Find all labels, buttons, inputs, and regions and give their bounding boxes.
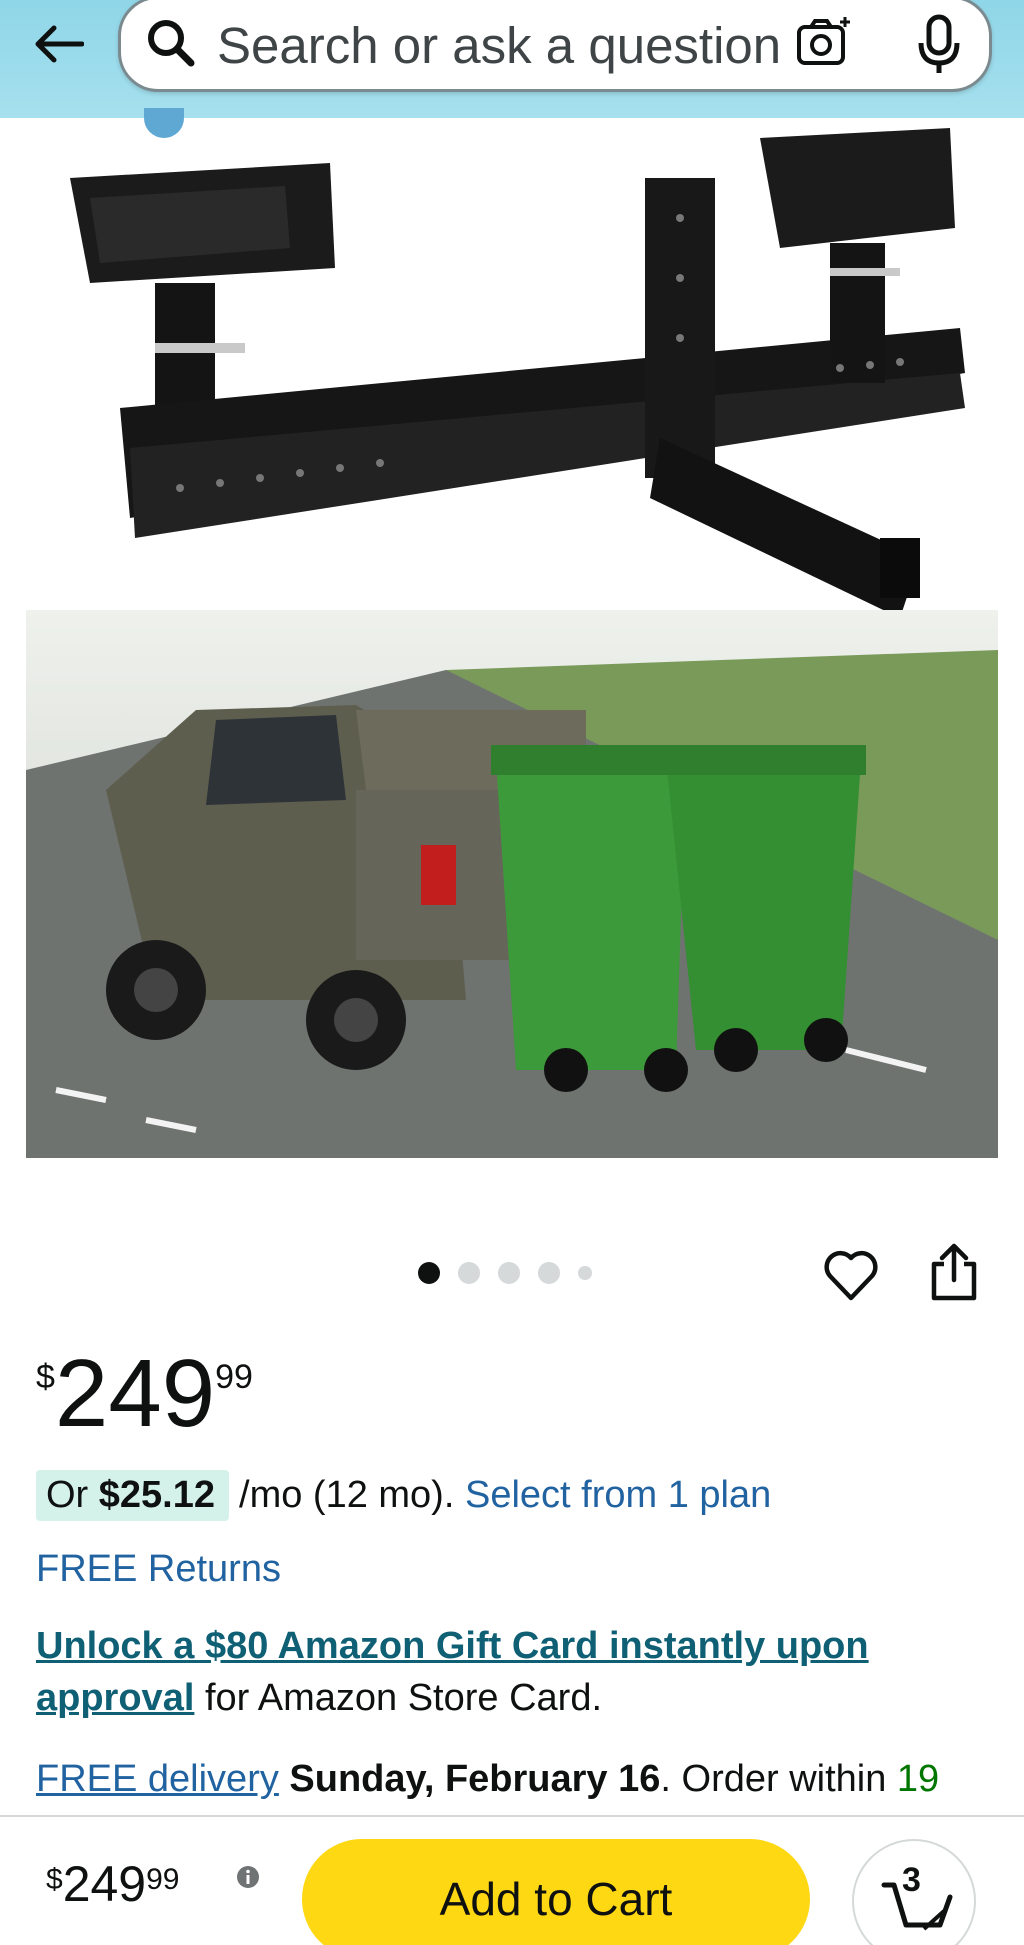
delivery-info: FREE delivery Sunday, February 16. Order… [36, 1758, 939, 1801]
delivery-date: Sunday, February 16 [289, 1758, 661, 1800]
back-arrow-icon [35, 25, 84, 63]
search-bar[interactable] [118, 0, 992, 92]
monthly-prefix: Or [46, 1474, 99, 1516]
truck-scene-image [26, 610, 998, 1158]
add-to-cart-button[interactable]: Add to Cart [302, 1839, 810, 1945]
bottom-action-bar: $ 249 99 Add to Cart 3 [0, 1815, 1024, 1945]
carousel-dot[interactable] [458, 1262, 480, 1284]
hitch-rack-image [70, 128, 965, 618]
free-returns-link[interactable]: FREE Returns [36, 1548, 281, 1591]
search-input[interactable] [217, 9, 857, 81]
monthly-term: /mo (12 mo). [239, 1474, 455, 1516]
carousel-dot[interactable] [578, 1266, 592, 1280]
monthly-payment: Or $25.12 /mo (12 mo). Select from 1 pla… [36, 1470, 771, 1521]
heart-icon[interactable] [822, 1246, 880, 1304]
price-whole: 249 [54, 1340, 216, 1447]
order-time: 19 [896, 1758, 940, 1800]
carousel-dot[interactable] [498, 1262, 520, 1284]
cart-count: 3 [902, 1861, 921, 1899]
price-fraction: 99 [215, 1358, 253, 1396]
cart-button[interactable]: 3 [852, 1839, 976, 1945]
product-price: $ 249 99 [36, 1346, 253, 1442]
gift-card-suffix: for Amazon Store Card. [194, 1677, 603, 1719]
share-icon[interactable] [926, 1240, 982, 1304]
select-plan-link[interactable]: Select from 1 plan [465, 1474, 771, 1517]
currency-symbol: $ [36, 1358, 55, 1396]
back-button[interactable] [28, 14, 88, 74]
monthly-amount: $25.12 [98, 1474, 216, 1516]
info-icon[interactable] [236, 1865, 260, 1889]
carousel-dot[interactable] [538, 1262, 560, 1284]
top-header [0, 0, 1024, 118]
order-within: . Order within [660, 1758, 897, 1800]
carousel-dots [418, 1262, 592, 1284]
search-icon [148, 20, 195, 67]
monthly-chip: Or $25.12 [36, 1470, 230, 1521]
product-image[interactable] [0, 118, 1024, 1188]
bottom-price-whole: 249 [62, 1856, 147, 1912]
gift-card-offer: Unlock a $80 Amazon Gift Card instantly … [36, 1620, 996, 1724]
bottom-currency-symbol: $ [46, 1863, 63, 1896]
bottom-price: $ 249 99 [46, 1859, 180, 1909]
camera-icon[interactable] [793, 13, 857, 73]
bottom-price-fraction: 99 [146, 1863, 180, 1896]
microphone-icon[interactable] [911, 13, 967, 77]
carousel-dot[interactable] [418, 1262, 440, 1284]
free-delivery-link[interactable]: FREE delivery [36, 1758, 279, 1800]
